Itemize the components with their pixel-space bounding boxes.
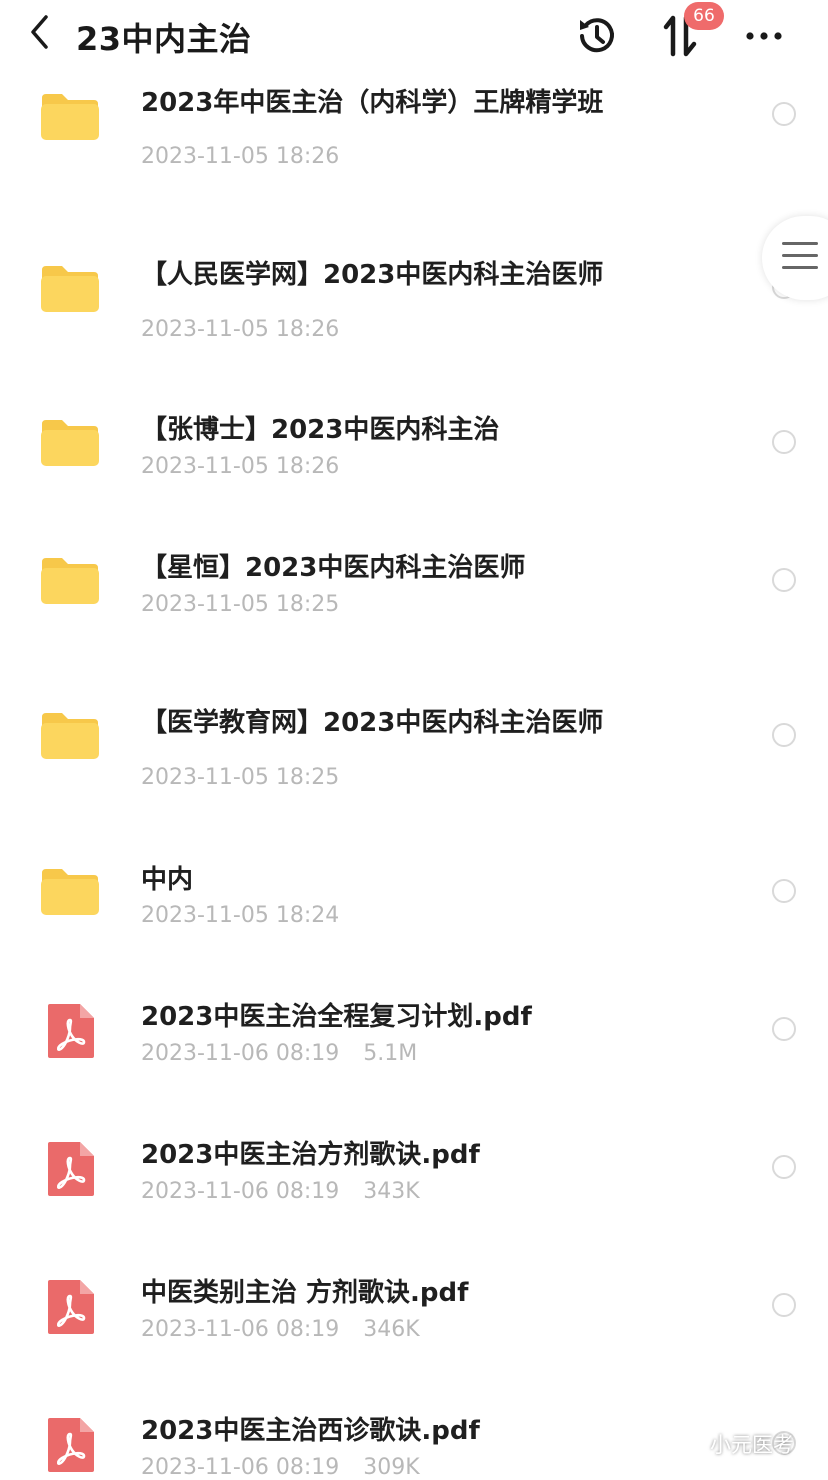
watermark: 小元医考 — [672, 1428, 794, 1460]
file-meta: 2023-11-06 08:19 343K — [141, 1179, 420, 1204]
file-name: 【张博士】2023中医内科主治 — [141, 415, 500, 445]
select-radio[interactable] — [772, 102, 796, 126]
wechat-icon — [673, 1433, 700, 1455]
file-date: 2023-11-05 18:24 — [141, 903, 340, 928]
select-radio[interactable] — [772, 430, 796, 454]
file-date: 2023-11-05 18:26 — [141, 317, 340, 342]
chevron-left-icon — [31, 15, 48, 49]
file-meta: 2023-11-05 18:26 — [141, 454, 339, 479]
file-size: 343K — [363, 1179, 420, 1204]
file-date: 2023-11-06 08:19 — [141, 1179, 340, 1204]
file-meta: 2023-11-05 18:25 — [141, 765, 339, 790]
more-dots-icon — [746, 32, 782, 40]
file-size: 346K — [363, 1317, 420, 1342]
pdf-file-icon — [38, 1136, 102, 1200]
file-date: 2023-11-06 08:19 — [141, 1317, 340, 1342]
file-size: 309K — [363, 1455, 420, 1480]
select-radio[interactable] — [772, 1293, 796, 1317]
file-name: 2023中医主治西诊歌诀.pdf — [141, 1416, 480, 1446]
file-name: 【人民医学网】2023中医内科主治医师 — [141, 260, 604, 290]
file-date: 2023-11-06 08:19 — [141, 1041, 340, 1066]
file-meta: 2023-11-05 18:26 — [141, 317, 339, 342]
file-date: 2023-11-05 18:25 — [141, 592, 340, 617]
menu-lines-icon — [782, 242, 818, 278]
file-name: 2023年中医主治（内科学）王牌精学班 — [141, 88, 604, 118]
folder-icon — [38, 410, 102, 474]
file-meta: 2023-11-06 08:19 309K — [141, 1455, 420, 1480]
page-title: 23中内主治 — [76, 20, 252, 58]
file-meta: 2023-11-05 18:26 — [141, 144, 339, 169]
select-radio[interactable] — [772, 879, 796, 903]
folder-icon — [38, 256, 102, 320]
select-radio[interactable] — [772, 1017, 796, 1041]
select-radio[interactable] — [772, 1155, 796, 1179]
pdf-file-icon — [38, 998, 102, 1062]
file-meta: 2023-11-06 08:19 346K — [141, 1317, 420, 1342]
file-date: 2023-11-05 18:26 — [141, 454, 340, 479]
file-name: 中医类别主治 方剂歌诀.pdf — [141, 1278, 469, 1308]
folder-icon — [38, 548, 102, 612]
folder-icon — [38, 84, 102, 148]
watermark-text: 小元医考 — [710, 1433, 794, 1457]
file-meta: 2023-11-06 08:19 5.1M — [141, 1041, 417, 1066]
file-date: 2023-11-05 18:26 — [141, 144, 340, 169]
history-button[interactable] — [572, 12, 620, 60]
select-radio[interactable] — [772, 723, 796, 747]
folder-icon — [38, 703, 102, 767]
file-name: 【星恒】2023中医内科主治医师 — [141, 553, 526, 583]
file-name: 【医学教育网】2023中医内科主治医师 — [141, 708, 604, 738]
pdf-file-icon — [38, 1412, 102, 1476]
transfer-count-badge: 66 — [684, 2, 724, 30]
history-clock-icon — [580, 18, 614, 53]
select-radio[interactable] — [772, 568, 796, 592]
file-meta: 2023-11-05 18:25 — [141, 592, 339, 617]
file-meta: 2023-11-05 18:24 — [141, 903, 339, 928]
folder-icon — [38, 859, 102, 923]
top-bar: 23中内主治 66 — [0, 0, 828, 72]
back-button[interactable] — [26, 12, 56, 52]
file-name: 中内 — [141, 865, 194, 895]
file-date: 2023-11-05 18:25 — [141, 765, 340, 790]
file-name: 2023中医主治方剂歌诀.pdf — [141, 1140, 480, 1170]
file-date: 2023-11-06 08:19 — [141, 1455, 340, 1480]
file-name: 2023中医主治全程复习计划.pdf — [141, 1002, 532, 1032]
file-size: 5.1M — [363, 1041, 418, 1066]
more-button[interactable] — [742, 18, 790, 54]
pdf-file-icon — [38, 1274, 102, 1338]
